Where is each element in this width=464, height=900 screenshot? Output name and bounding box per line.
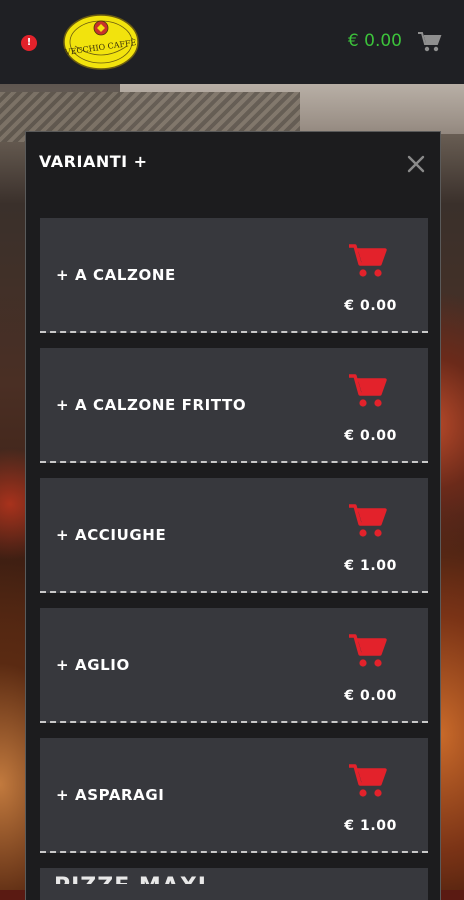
variant-price: € 0.00 (344, 688, 397, 704)
modal-header: VARIANTI + (26, 132, 440, 192)
modal-title: VARIANTI + (39, 152, 148, 171)
variant-item[interactable]: + A CALZONE € 0.00 (40, 218, 428, 333)
variant-item[interactable]: + ASPARAGI € 1.00 (40, 738, 428, 853)
variant-name: + ASPARAGI (56, 786, 165, 804)
variant-item-partial[interactable]: PIZZE MAXI (40, 868, 428, 900)
variant-price: € 0.00 (344, 298, 397, 314)
cart-total[interactable]: € 0.00 (348, 31, 402, 51)
variant-item[interactable]: + AGLIO € 0.00 (40, 608, 428, 723)
variant-item[interactable]: + ACCIUGHE € 1.00 (40, 478, 428, 593)
variant-name: + AGLIO (56, 656, 130, 674)
notification-badge-text: ! (26, 37, 32, 48)
add-to-cart-icon[interactable] (348, 764, 388, 800)
notification-badge[interactable]: ! (21, 35, 37, 51)
variant-price: € 1.00 (344, 818, 397, 834)
partial-item-label: PIZZE MAXI (54, 874, 207, 899)
variants-list: + A CALZONE € 0.00 + A CALZONE FRITTO € … (40, 218, 428, 900)
variant-price: € 1.00 (344, 558, 397, 574)
shopping-cart-icon[interactable] (418, 32, 442, 53)
add-to-cart-icon[interactable] (348, 634, 388, 670)
close-icon[interactable] (406, 154, 426, 174)
variant-item[interactable]: + A CALZONE FRITTO € 0.00 (40, 348, 428, 463)
top-header: ! VECCHIO CAFFÈ € 0.00 (0, 0, 464, 84)
variant-price: € 0.00 (344, 428, 397, 444)
variant-name: + A CALZONE FRITTO (56, 396, 247, 414)
variant-name: + ACCIUGHE (56, 526, 167, 544)
add-to-cart-icon[interactable] (348, 244, 388, 280)
add-to-cart-icon[interactable] (348, 374, 388, 410)
add-to-cart-icon[interactable] (348, 504, 388, 540)
logo[interactable]: VECCHIO CAFFÈ (63, 14, 139, 70)
variant-name: + A CALZONE (56, 266, 176, 284)
variants-modal: VARIANTI + + A CALZONE € 0.00 + A CALZON… (25, 131, 441, 900)
